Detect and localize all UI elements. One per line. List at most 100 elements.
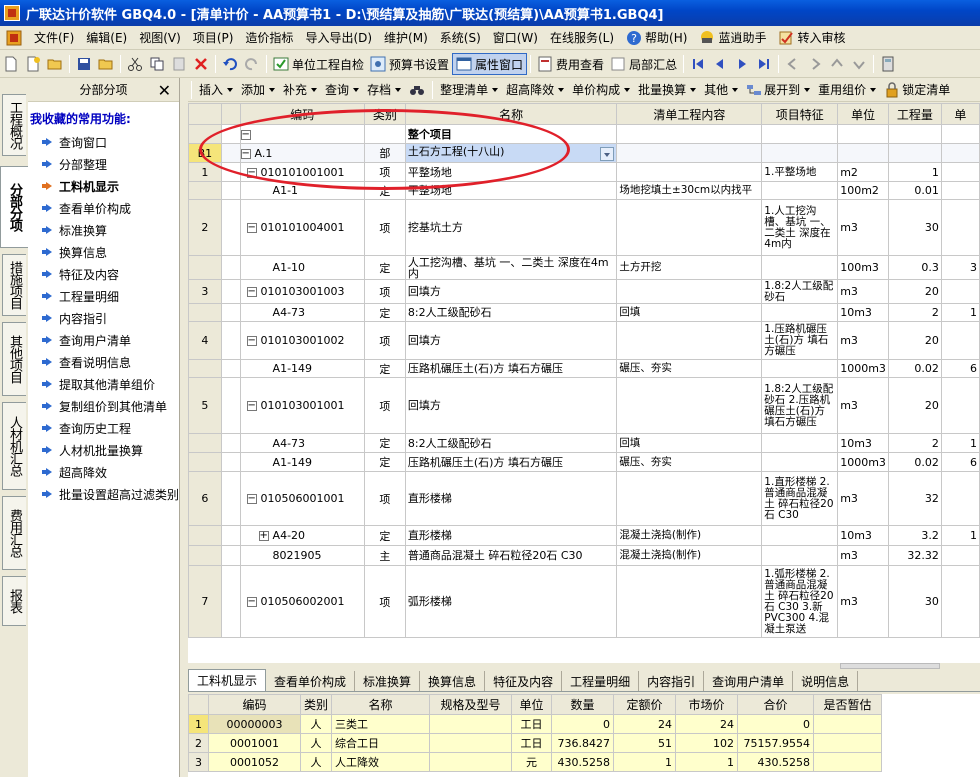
- price-cell[interactable]: 3: [940, 255, 980, 280]
- content-cell[interactable]: 混凝土浇捣(制作): [616, 545, 763, 566]
- collapse-icon[interactable]: −: [246, 597, 257, 607]
- bottom-tab[interactable]: 标准换算: [355, 671, 421, 691]
- row-number[interactable]: 5: [188, 377, 222, 434]
- feature-cell[interactable]: 1.人工挖沟槽、基坑 一、二类土 深度在4m内: [761, 199, 839, 256]
- table-row[interactable]: − 整个项目: [188, 124, 980, 144]
- name-cell[interactable]: 回填方: [404, 321, 618, 360]
- calculator-icon[interactable]: [877, 53, 899, 75]
- unit-cell[interactable]: 1000m3: [837, 359, 889, 378]
- qty-cell[interactable]: 0.3: [887, 255, 942, 280]
- sub-table-row[interactable]: 1 00000003 人三类工 工日 0 24 24 0: [188, 714, 883, 734]
- redo-icon[interactable]: [241, 53, 263, 75]
- first-icon[interactable]: [687, 53, 709, 75]
- partial-summary-button[interactable]: 局部汇总: [607, 53, 680, 75]
- row-number[interactable]: [188, 452, 222, 472]
- tab-fee-summary[interactable]: 费用汇总: [2, 496, 26, 570]
- content-cell[interactable]: 混凝土浇捣(制作): [616, 525, 763, 546]
- price-cell[interactable]: 6: [940, 452, 980, 472]
- col-header-price[interactable]: 单: [940, 103, 980, 125]
- arrow-left-icon[interactable]: [782, 53, 804, 75]
- name-cell[interactable]: 直形楼梯: [404, 471, 618, 526]
- row-number[interactable]: [188, 433, 222, 453]
- table-row[interactable]: 7−010506002001 项弧形楼梯 1.弧形楼梯 2.普通商品混凝土 碎石粒径…: [188, 565, 980, 638]
- menu-help[interactable]: ? 帮助(H): [620, 28, 693, 48]
- row-number[interactable]: [188, 359, 222, 378]
- type-cell[interactable]: 项: [363, 199, 406, 256]
- qty-cell[interactable]: 1: [887, 162, 942, 182]
- batch-conversion-button[interactable]: 批量换算: [634, 80, 700, 100]
- collapse-icon[interactable]: −: [246, 287, 257, 297]
- menu-system[interactable]: 系统(S): [434, 28, 487, 48]
- code-cell[interactable]: −010506002001: [239, 565, 365, 638]
- other-button[interactable]: 其他: [700, 80, 742, 100]
- next-icon[interactable]: [731, 53, 753, 75]
- sub-col-header[interactable]: 规格及型号: [429, 694, 513, 715]
- delete-icon[interactable]: [190, 53, 212, 75]
- name-cell[interactable]: 8:2人工级配砂石: [404, 433, 618, 453]
- cut-icon[interactable]: [124, 53, 146, 75]
- price-cell[interactable]: 1: [940, 525, 980, 546]
- content-cell[interactable]: 回填: [616, 433, 763, 453]
- feature-cell[interactable]: [761, 124, 839, 144]
- table-row[interactable]: 1−010101001001 项平整场地 1.平整场地 m2 1: [188, 162, 980, 182]
- type-cell[interactable]: 项: [363, 279, 406, 304]
- copy-icon[interactable]: [146, 53, 168, 75]
- new-project-icon[interactable]: [22, 53, 44, 75]
- table-row[interactable]: 3−010103001003 项回填方 1.8:2人工级配砂石 m3 20: [188, 279, 980, 304]
- name-cell[interactable]: 弧形楼梯: [404, 565, 618, 638]
- col-header-content[interactable]: 清单工程内容: [616, 103, 763, 125]
- arrow-right-icon[interactable]: [804, 53, 826, 75]
- sub-col-header[interactable]: 市场价: [675, 694, 739, 715]
- qty-cell[interactable]: [887, 143, 942, 163]
- name-cell[interactable]: 压路机碾压土(石)方 填石方碾压: [404, 452, 618, 472]
- price-cell[interactable]: [940, 471, 980, 526]
- bottom-tab[interactable]: 工料机显示: [188, 669, 267, 691]
- collapse-icon[interactable]: −: [246, 494, 257, 504]
- name-cell[interactable]: 平整场地: [404, 181, 618, 200]
- type-cell[interactable]: 定: [363, 359, 406, 378]
- content-cell[interactable]: 回填: [616, 303, 763, 322]
- price-cell[interactable]: [940, 565, 980, 638]
- price-cell[interactable]: [940, 545, 980, 566]
- content-cell[interactable]: [616, 377, 763, 434]
- price-cell[interactable]: 1: [940, 303, 980, 322]
- content-cell[interactable]: [616, 321, 763, 360]
- unit-cell[interactable]: m3: [837, 279, 889, 304]
- bottom-tab[interactable]: 特征及内容: [485, 671, 563, 691]
- unit-cell[interactable]: m3: [837, 321, 889, 360]
- favorite-item[interactable]: 工料机显示: [28, 175, 179, 197]
- content-cell[interactable]: 场地挖填土±30cm以内找平: [616, 181, 763, 200]
- favorite-item[interactable]: 复制组价到其他清单: [28, 395, 179, 417]
- row-number[interactable]: [188, 525, 222, 546]
- name-cell[interactable]: 平整场地: [404, 162, 618, 182]
- name-cell[interactable]: 8:2人工级配砂石: [404, 303, 618, 322]
- type-cell[interactable]: 主: [363, 545, 406, 566]
- type-cell[interactable]: 定: [363, 433, 406, 453]
- menu-online-service[interactable]: 在线服务(L): [544, 28, 620, 48]
- unit-cell[interactable]: 1000m3: [837, 452, 889, 472]
- bottom-tab[interactable]: 工程量明细: [562, 671, 640, 691]
- favorite-item[interactable]: 查看说明信息: [28, 351, 179, 373]
- price-cell[interactable]: [940, 181, 980, 200]
- reuse-pricing-button[interactable]: 重用组价: [814, 80, 880, 100]
- sub-cell-type[interactable]: 人: [299, 714, 333, 734]
- name-cell[interactable]: 土石方工程(十八山): [404, 143, 618, 163]
- last-icon[interactable]: [753, 53, 775, 75]
- favorite-item[interactable]: 换算信息: [28, 241, 179, 263]
- content-cell[interactable]: [616, 279, 763, 304]
- sub-cell-est[interactable]: [813, 714, 883, 734]
- sub-cell-type[interactable]: 人: [299, 752, 333, 772]
- new-icon[interactable]: [0, 53, 22, 75]
- sub-cell-rn[interactable]: 2: [188, 733, 209, 753]
- bottom-tab[interactable]: 换算信息: [420, 671, 486, 691]
- bottom-tab[interactable]: 说明信息: [793, 671, 859, 691]
- feature-cell[interactable]: [761, 143, 839, 163]
- col-header-unit[interactable]: 单位: [837, 103, 889, 125]
- tab-labor-material-summary[interactable]: 人材机汇总: [2, 402, 26, 490]
- price-cell[interactable]: [940, 279, 980, 304]
- qty-cell[interactable]: 2: [887, 303, 942, 322]
- tab-other-items[interactable]: 其他项目: [2, 322, 26, 396]
- sub-cell-market[interactable]: 102: [675, 733, 739, 753]
- price-cell[interactable]: [940, 321, 980, 360]
- feature-cell[interactable]: 1.8:2人工级配砂石: [761, 279, 839, 304]
